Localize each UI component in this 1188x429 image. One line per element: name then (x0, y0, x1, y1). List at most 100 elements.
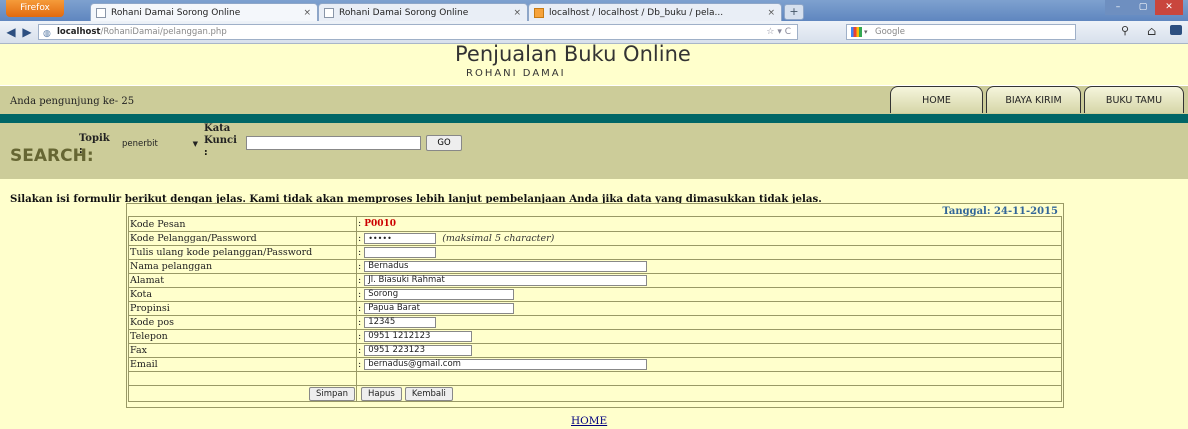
kata-kunci-colon: : (204, 147, 208, 158)
table-row: Tulis ulang kode pelanggan/Password : (128, 245, 1062, 260)
search-heading-colon: : (86, 146, 94, 166)
telepon-field[interactable]: 0951 1212123 (364, 331, 473, 342)
forward-arrow-icon[interactable]: ▶ (19, 24, 35, 40)
tab-close-icon[interactable]: × (513, 4, 521, 21)
browser-tab-1[interactable]: Rohani Damai Sorong Online × (90, 3, 318, 21)
tab-close-icon[interactable]: × (303, 4, 311, 21)
password-hint: (maksimal 5 character) (442, 233, 555, 244)
url-bar-tools[interactable]: ☆ ▾ C (766, 25, 791, 39)
colon: : (358, 289, 362, 300)
field-value-cell: : ••••• (maksimal 5 character) (356, 231, 1062, 246)
colon: : (358, 317, 362, 328)
table-row: Telepon :0951 1212123 (128, 329, 1062, 344)
table-row: Alamat : Jl. Biasuki Rahmat (128, 273, 1062, 288)
field-label: Kode Pelanggan/Password (128, 231, 357, 246)
nav-tab-home[interactable]: HOME (890, 86, 983, 113)
topik-select[interactable]: penerbit ▼ (118, 137, 200, 151)
search-heading-text: SEARCH (10, 146, 87, 166)
page-favicon-icon (324, 8, 334, 18)
chevron-down-icon[interactable]: ▾ (864, 25, 868, 39)
table-row: Fax :0951 223123 (128, 343, 1062, 358)
kota-field[interactable]: Sorong (364, 289, 515, 300)
table-row: Kode pos :12345 (128, 315, 1062, 330)
footer-home-link[interactable]: HOME (571, 415, 607, 427)
colon: : (358, 247, 362, 258)
kembali-button[interactable]: Kembali (404, 386, 453, 401)
nama-pelanggan-field[interactable]: Bernadus (364, 261, 648, 272)
form-table: Kode Pesan : P0010 Kode Pelanggan/Passwor… (128, 216, 1062, 402)
bookmarks-icon[interactable] (1170, 25, 1182, 35)
field-value-cell: : Bernadus (356, 259, 1062, 274)
field-label: Propinsi (128, 301, 357, 316)
window-titlebar: Firefox Rohani Damai Sorong Online × Roh… (0, 0, 1188, 21)
empty-cell (356, 371, 1062, 386)
tab-title: Rohani Damai Sorong Online (111, 8, 241, 18)
search-icon[interactable]: ⚲ (1121, 24, 1129, 37)
table-row: Nama pelanggan : Bernadus (128, 259, 1062, 274)
phpmyadmin-favicon-icon (534, 8, 544, 18)
field-label: Kota (128, 287, 357, 302)
field-value-cell: :0951 1212123 (356, 329, 1062, 344)
browser-tab-3[interactable]: localhost / localhost / Db_buku / pela..… (528, 3, 782, 21)
fax-field[interactable]: 0951 223123 (364, 345, 473, 356)
url-host: localhost (57, 27, 101, 37)
nav-tab-buku-tamu[interactable]: BUKU TAMU (1084, 86, 1184, 113)
visitor-counter: Anda pengunjung ke- 25 (10, 96, 135, 107)
search-panel: SEARCH: Topik : penerbit ▼ Kata Kunci : … (0, 123, 1188, 179)
firefox-menu-button[interactable]: Firefox (6, 0, 64, 17)
button-cell: Hapus Kembali (356, 385, 1062, 402)
kode-pesan-value: P0010 (364, 219, 397, 229)
topik-label: Topik (79, 133, 110, 144)
globe-icon: ◍ (43, 29, 51, 39)
window-maximize-button[interactable]: ▢ (1131, 0, 1155, 15)
colon: : (358, 275, 362, 286)
email-field[interactable]: bernadus@gmail.com (364, 359, 648, 370)
confirm-password-field[interactable] (364, 247, 437, 258)
nav-tab-biaya-kirim[interactable]: BIAYA KIRIM (986, 86, 1081, 113)
password-field[interactable]: ••••• (364, 233, 437, 244)
alamat-field[interactable]: Jl. Biasuki Rahmat (364, 275, 648, 286)
table-row: Email : bernadus@gmail.com (128, 357, 1062, 372)
colon: : (358, 233, 362, 244)
field-value-cell: : bernadus@gmail.com (356, 357, 1062, 372)
colon: : (358, 345, 362, 356)
go-button[interactable]: GO (426, 135, 462, 151)
field-label: Telepon (128, 329, 357, 344)
colon: : (358, 359, 362, 370)
page-favicon-icon (96, 8, 106, 18)
tab-close-icon[interactable]: × (767, 4, 775, 21)
kode-pos-field[interactable]: 12345 (364, 317, 437, 328)
new-tab-button[interactable]: + (784, 4, 804, 20)
chevron-down-icon[interactable]: ▼ (193, 137, 198, 151)
table-row: Kode Pelanggan/Password : ••••• (maksimal … (128, 231, 1062, 246)
hapus-button[interactable]: Hapus (361, 386, 402, 401)
field-label: Fax (128, 343, 357, 358)
back-arrow-icon[interactable]: ◀ (3, 24, 19, 40)
field-value-cell: : P0010 (356, 216, 1062, 232)
window-minimize-button[interactable]: – (1105, 0, 1131, 15)
colon: : (358, 331, 362, 342)
simpan-button[interactable]: Simpan (308, 386, 355, 401)
field-label: Kode Pesan (128, 216, 357, 232)
customer-form: Tanggal: 24-11-2015 Kode Pesan : P0010 Ko… (126, 203, 1064, 408)
web-search-input[interactable]: ▾ Google (846, 24, 1076, 40)
field-label: Kode pos (128, 315, 357, 330)
divider-strip (0, 114, 1188, 123)
browser-tab-2[interactable]: Rohani Damai Sorong Online × (318, 3, 528, 21)
home-icon[interactable]: ⌂ (1147, 24, 1156, 38)
kunci-label: Kunci (204, 135, 237, 146)
google-icon (851, 27, 862, 37)
colon: : (358, 303, 362, 314)
propinsi-field[interactable]: Papua Barat (364, 303, 515, 314)
colon: : (358, 261, 362, 272)
table-row: Kode Pesan : P0010 (128, 216, 1062, 232)
field-label: Tulis ulang kode pelanggan/Password (128, 245, 357, 260)
colon: : (358, 218, 362, 229)
site-subtitle: ROHANI DAMAI (466, 68, 566, 79)
field-value-cell: :0951 223123 (356, 343, 1062, 358)
url-bar[interactable]: ◍ localhost/RohaniDamai/pelanggan.php ☆ … (38, 24, 798, 40)
keyword-input[interactable] (246, 136, 421, 150)
field-label: Alamat (128, 273, 357, 288)
window-close-button[interactable]: ✕ (1155, 0, 1183, 15)
field-value-cell: : Papua Barat (356, 301, 1062, 316)
